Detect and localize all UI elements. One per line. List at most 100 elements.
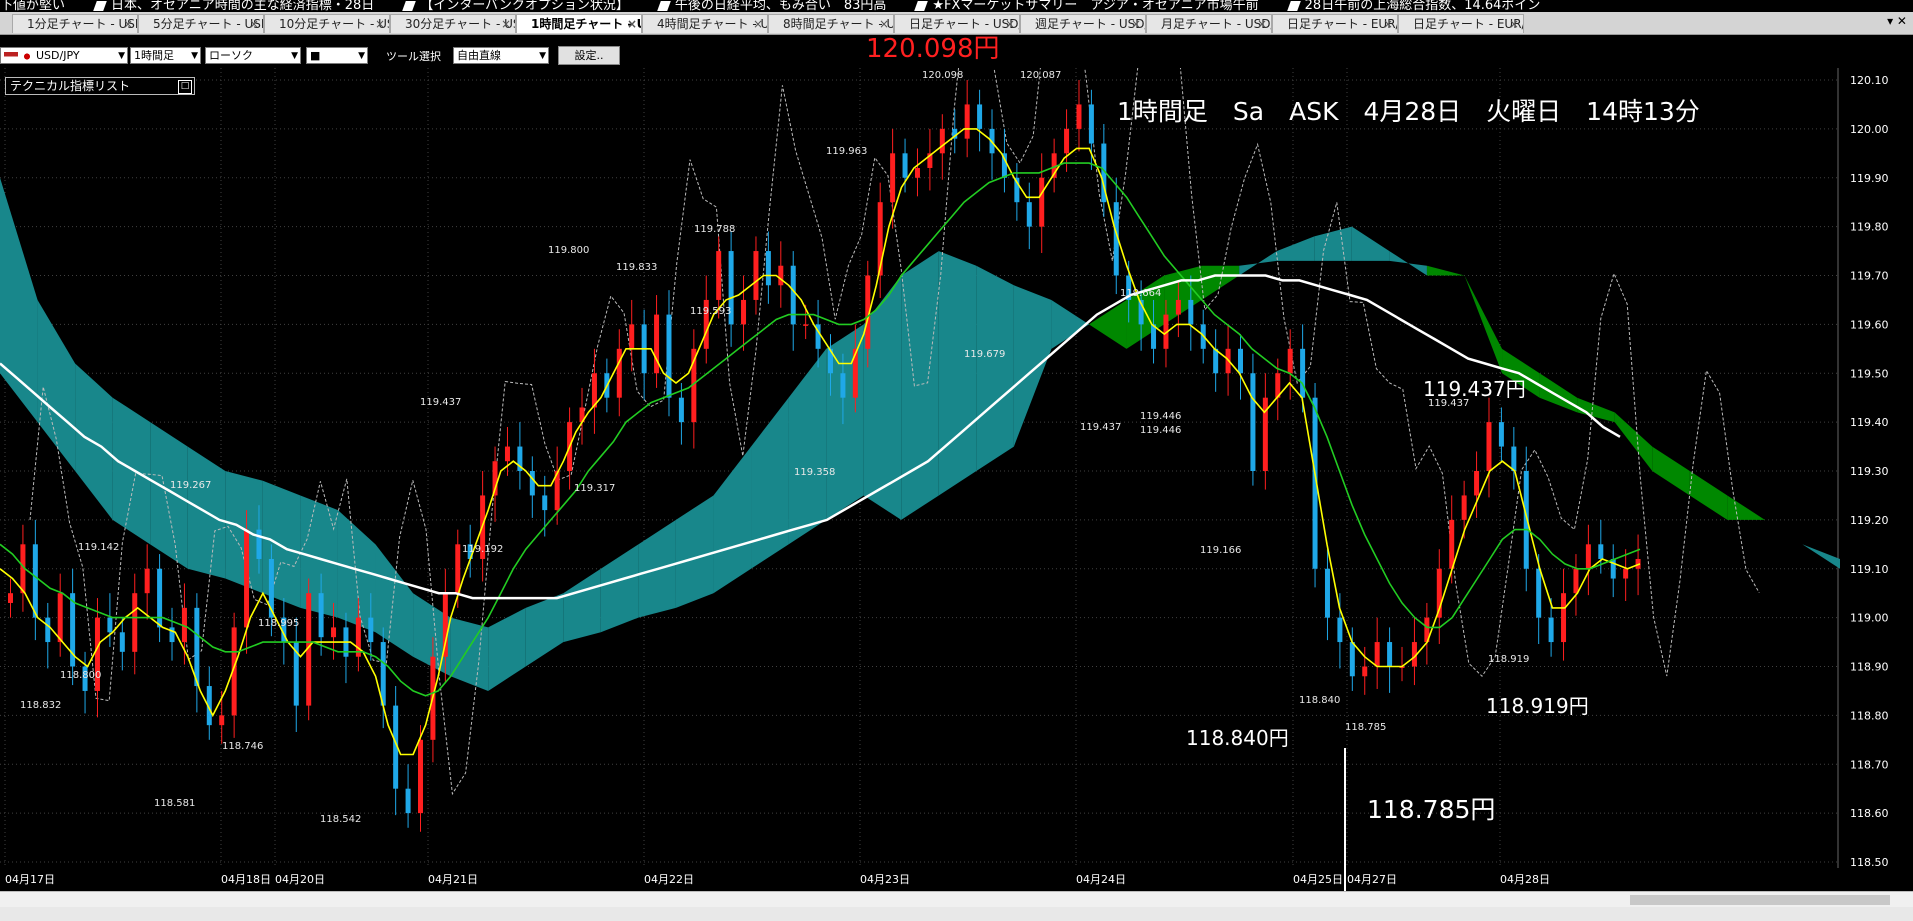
annotation-low-a: 118.840円 xyxy=(1186,726,1289,750)
close-tab-icon[interactable]: × xyxy=(1509,15,1519,33)
chart-tab[interactable]: 4時間足チャート - US × xyxy=(642,14,768,33)
x-tick-label: 04月27日 xyxy=(1347,873,1397,886)
bullish-candle xyxy=(331,627,337,638)
horizontal-scrollbar[interactable] xyxy=(0,891,1913,908)
price-label: 119.267 xyxy=(170,480,211,491)
style-select[interactable]: ■ ▼ xyxy=(306,47,368,64)
y-tick-label: 118.90 xyxy=(1850,661,1889,674)
bearish-candle xyxy=(1337,617,1343,643)
bullish-candle xyxy=(1449,519,1455,569)
timeframe-select[interactable]: 1時間足 ▼ xyxy=(130,47,201,64)
chart-tab[interactable]: 月足チャート - USD/JP× xyxy=(1146,14,1272,33)
news-ticker[interactable]: 下値が堅い 日本、オセアニア時間の主な経済指標・28日 【インターバンクオプション状… xyxy=(0,0,1913,12)
tab-label: 日足チャート - EUR/US xyxy=(1287,17,1397,31)
bullish-candle xyxy=(629,324,635,349)
bullish-candle xyxy=(8,593,13,603)
bullish-candle xyxy=(778,265,784,286)
close-tab-icon[interactable]: × xyxy=(249,15,259,33)
scrollbar-thumb[interactable] xyxy=(1630,895,1890,905)
tab-label: 日足チャート - USD/JP xyxy=(909,17,1019,31)
price-label: 118.785 xyxy=(1345,722,1386,733)
bearish-candle xyxy=(542,495,548,511)
bearish-candle xyxy=(1548,617,1554,643)
close-tab-icon[interactable]: × xyxy=(1131,15,1141,33)
news-bullet-icon xyxy=(1286,0,1301,11)
bullish-candle xyxy=(57,593,63,643)
bullish-candle xyxy=(964,104,970,139)
price-label: 119.437 xyxy=(420,397,461,408)
annotation-low-c: 118.785円 xyxy=(1367,795,1496,824)
bullish-candle xyxy=(803,324,809,326)
bearish-candle xyxy=(1088,104,1094,144)
chart-tab[interactable]: 1分足チャート - USD/× xyxy=(12,14,138,33)
price-label: 119.679 xyxy=(964,349,1005,360)
news-item[interactable]: ★FXマーケットサマリー アジア・オセアニア市場午前 xyxy=(914,0,1259,12)
close-tab-icon[interactable]: × xyxy=(123,15,133,33)
panel-toggle-icon[interactable]: □ xyxy=(178,80,192,94)
news-item[interactable]: 午後の日経平均、もみ合い 83円高 xyxy=(657,0,886,12)
bearish-candle xyxy=(1300,348,1306,398)
close-tab-icon[interactable]: × xyxy=(879,15,889,33)
chart-tab[interactable]: 30分足チャート - USD,× xyxy=(390,14,516,33)
price-label: 120.098 xyxy=(922,70,963,81)
jp-flag-icon xyxy=(20,51,34,61)
close-tab-icon[interactable]: × xyxy=(753,15,763,33)
chart-tab[interactable]: 日足チャート - EUR/US× xyxy=(1272,14,1398,33)
bullish-candle xyxy=(355,617,361,657)
y-tick-label: 118.80 xyxy=(1850,709,1889,722)
chart-tab[interactable]: 10分足チャート - USD,× xyxy=(264,14,390,33)
status-bar xyxy=(0,907,1913,921)
bullish-candle xyxy=(1374,642,1380,667)
bullish-candle xyxy=(1461,495,1467,520)
bearish-candle xyxy=(1324,568,1330,618)
chart-tab[interactable]: 日足チャート - EUR/JP× xyxy=(1398,14,1524,33)
bullish-candle xyxy=(741,299,747,325)
close-tab-icon[interactable]: × xyxy=(1005,15,1015,33)
chart-tab[interactable]: 8時間足チャート - US × xyxy=(768,14,894,33)
x-tick-label: 04月25日 xyxy=(1293,873,1343,886)
x-tick-label: 04月28日 xyxy=(1500,873,1550,886)
close-tab-icon[interactable]: × xyxy=(627,15,637,33)
bullish-candle xyxy=(914,167,920,178)
close-tab-icon[interactable]: × xyxy=(1257,15,1267,33)
current-price: 120.098円 xyxy=(866,34,1000,64)
chevron-down-icon: ▼ xyxy=(539,51,546,61)
bearish-candle xyxy=(368,617,374,643)
chart-tab[interactable]: 1時間足チャート - US× xyxy=(516,14,642,33)
indicator-list-panel[interactable]: テクニカル指標リスト □ xyxy=(5,77,195,95)
price-chart[interactable]: 120.10 120.00 119.90 119.80 119.70 119.60 119.… xyxy=(0,68,1913,891)
y-tick-label: 119.80 xyxy=(1850,221,1889,234)
chart-tab[interactable]: 日足チャート - USD/JP× xyxy=(894,14,1020,33)
chart-type-select[interactable]: ローソク ▼ xyxy=(205,47,301,64)
tab-label: 1分足チャート - USD/ xyxy=(27,17,138,31)
close-tab-icon[interactable]: × xyxy=(375,15,385,33)
settings-button[interactable]: 設定.. xyxy=(558,46,620,65)
close-tab-icon[interactable]: × xyxy=(501,15,511,33)
news-item[interactable]: 28日午前の上海総合指数、14.64ポイン xyxy=(1286,0,1540,12)
bullish-candle xyxy=(716,251,722,300)
chart-tab[interactable]: 週足チャート - USD/JP× xyxy=(1020,14,1146,33)
pair-select[interactable]: USD/JPY ▼ xyxy=(0,47,128,64)
price-label: 119.833 xyxy=(616,262,657,273)
bearish-candle xyxy=(157,568,163,628)
chart-tab[interactable]: 5分足チャート - USD/× xyxy=(138,14,264,33)
bearish-candle xyxy=(405,788,411,814)
bullish-candle xyxy=(1175,299,1181,315)
bearish-candle xyxy=(529,471,535,496)
news-bullet-icon xyxy=(657,0,671,11)
news-item[interactable]: 【インターバンクオプション状況】 xyxy=(402,0,629,12)
price-label: 119.446 xyxy=(1140,411,1181,422)
y-tick-label: 119.30 xyxy=(1850,465,1889,478)
bearish-candle xyxy=(119,632,125,652)
bearish-candle xyxy=(1238,348,1243,374)
news-item[interactable]: 下値が堅い xyxy=(0,0,65,12)
bullish-candle xyxy=(1076,104,1082,129)
tab-label: 8時間足チャート - US xyxy=(783,17,894,31)
news-item[interactable]: 日本、オセアニア時間の主な経済指標・28日 xyxy=(93,0,374,12)
price-label: 118.800 xyxy=(60,670,101,681)
bullish-candle xyxy=(1064,128,1070,154)
close-tab-icon[interactable]: × xyxy=(1383,15,1393,33)
tool-select[interactable]: 自由直線 ▼ xyxy=(453,47,549,64)
price-label: 119.142 xyxy=(78,542,119,553)
tab-bar-controls[interactable]: ▾ ✕ xyxy=(1887,14,1907,28)
